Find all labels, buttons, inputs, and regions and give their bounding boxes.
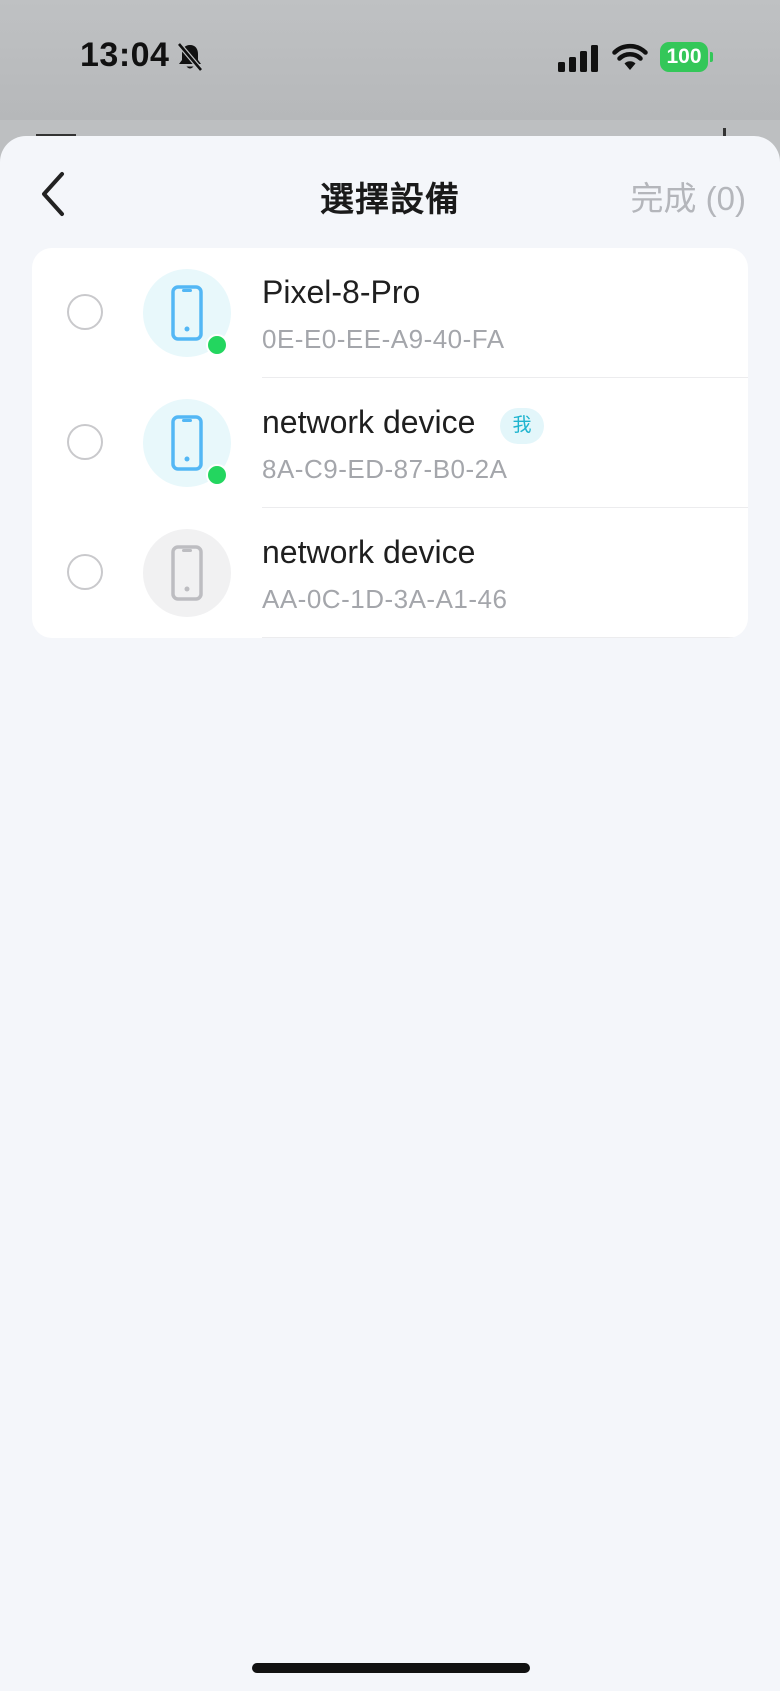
phone-icon xyxy=(171,545,203,601)
device-mac-address: 8A-C9-ED-87-B0-2A xyxy=(262,454,508,484)
device-select-radio[interactable] xyxy=(67,554,103,590)
battery-cap xyxy=(710,52,713,62)
device-avatar xyxy=(143,529,231,617)
wifi-icon xyxy=(612,42,648,72)
device-row[interactable]: network device 我 8A-C9-ED-87-B0-2A xyxy=(32,378,748,508)
device-mac-address: AA-0C-1D-3A-A1-46 xyxy=(262,584,508,614)
bell-off-icon xyxy=(176,42,204,72)
done-button[interactable]: 完成 (0) xyxy=(631,172,747,220)
phone-icon xyxy=(171,415,203,471)
device-name: network device xyxy=(262,534,476,570)
status-bar: 13:04 100 xyxy=(0,0,780,120)
device-row[interactable]: network device AA-0C-1D-3A-A1-46 xyxy=(32,508,748,638)
device-name: network device xyxy=(262,404,476,440)
status-time: 13:04 xyxy=(80,36,170,74)
row-divider xyxy=(262,636,748,638)
device-select-radio[interactable] xyxy=(67,294,103,330)
online-status-dot xyxy=(206,334,228,356)
home-indicator xyxy=(252,1663,530,1673)
online-status-dot xyxy=(206,464,228,486)
device-select-radio[interactable] xyxy=(67,424,103,460)
select-device-sheet: 選擇設備 完成 (0) Pixel-8-Pro 0E-E0-EE-A9-40-F… xyxy=(0,136,780,1691)
device-list: Pixel-8-Pro 0E-E0-EE-A9-40-FA network de… xyxy=(32,248,748,638)
device-mac-address: 0E-E0-EE-A9-40-FA xyxy=(262,324,505,354)
battery-level: 100 xyxy=(660,42,708,72)
device-name: Pixel-8-Pro xyxy=(262,274,421,310)
battery-indicator: 100 xyxy=(660,42,713,72)
current-device-badge: 我 xyxy=(500,408,544,444)
phone-icon xyxy=(171,285,203,341)
cellular-signal-icon xyxy=(558,44,600,72)
device-row[interactable]: Pixel-8-Pro 0E-E0-EE-A9-40-FA xyxy=(32,248,748,378)
